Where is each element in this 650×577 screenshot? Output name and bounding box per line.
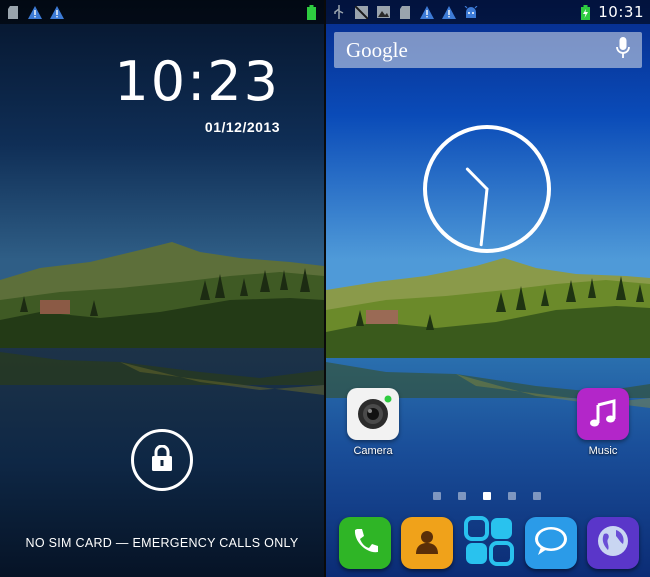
lock-status-bar — [0, 0, 324, 24]
analog-clock-widget[interactable] — [421, 123, 553, 255]
browser-dock-button[interactable] — [587, 517, 639, 569]
page-dot[interactable] — [483, 492, 491, 500]
google-search-label: Google — [346, 37, 408, 62]
home-screen: 10:31 Google Camera Music — [326, 0, 650, 577]
contacts-dock-button[interactable] — [401, 517, 453, 569]
usb-icon — [332, 5, 346, 19]
warning-icon — [420, 5, 434, 19]
status-time: 10:31 — [598, 3, 644, 21]
lock-clock-time: 10:23 — [114, 50, 280, 113]
camera-app[interactable]: Camera — [341, 388, 405, 457]
page-dot[interactable] — [508, 492, 516, 500]
messaging-dock-button[interactable] — [525, 517, 577, 569]
warning-icon — [50, 5, 64, 19]
home-wallpaper — [326, 0, 650, 577]
lock-screen: 10:23 01/12/2013 NO SIM CARD — EMERGENCY… — [0, 0, 324, 577]
lock-icon — [151, 444, 173, 476]
sdcard-icon — [6, 5, 20, 19]
music-label: Music — [588, 445, 618, 457]
home-status-bar: 10:31 — [326, 0, 650, 24]
apps-grid-icon — [464, 515, 514, 571]
screenshot-icon — [354, 5, 368, 19]
phone-icon — [350, 526, 380, 561]
message-icon — [533, 525, 569, 562]
microphone-icon[interactable] — [616, 36, 630, 64]
music-icon — [577, 388, 629, 440]
clock-minute-hand — [479, 187, 489, 247]
image-icon — [376, 5, 390, 19]
google-search-bar[interactable]: Google — [334, 32, 642, 68]
phone-dock-button[interactable] — [339, 517, 391, 569]
battery-charging-icon — [578, 4, 592, 20]
clock-hour-hand — [465, 167, 489, 191]
page-dot[interactable] — [458, 492, 466, 500]
warning-icon — [28, 5, 42, 19]
unlock-button[interactable] — [131, 429, 193, 491]
lock-date: 01/12/2013 — [204, 119, 280, 135]
camera-label: Camera — [353, 445, 393, 457]
battery-icon — [304, 4, 318, 20]
emergency-calls-text: NO SIM CARD — EMERGENCY CALLS ONLY — [25, 536, 299, 550]
android-debug-icon — [464, 5, 478, 19]
globe-icon — [596, 524, 630, 563]
warning-icon — [442, 5, 456, 19]
page-indicator — [433, 492, 541, 500]
sdcard-icon — [398, 5, 412, 19]
dock — [326, 515, 650, 571]
app-drawer-dock-button[interactable] — [463, 515, 515, 571]
music-app[interactable]: Music — [571, 388, 635, 457]
page-dot[interactable] — [533, 492, 541, 500]
camera-icon — [347, 388, 399, 440]
page-dot[interactable] — [433, 492, 441, 500]
contacts-icon — [412, 526, 442, 561]
